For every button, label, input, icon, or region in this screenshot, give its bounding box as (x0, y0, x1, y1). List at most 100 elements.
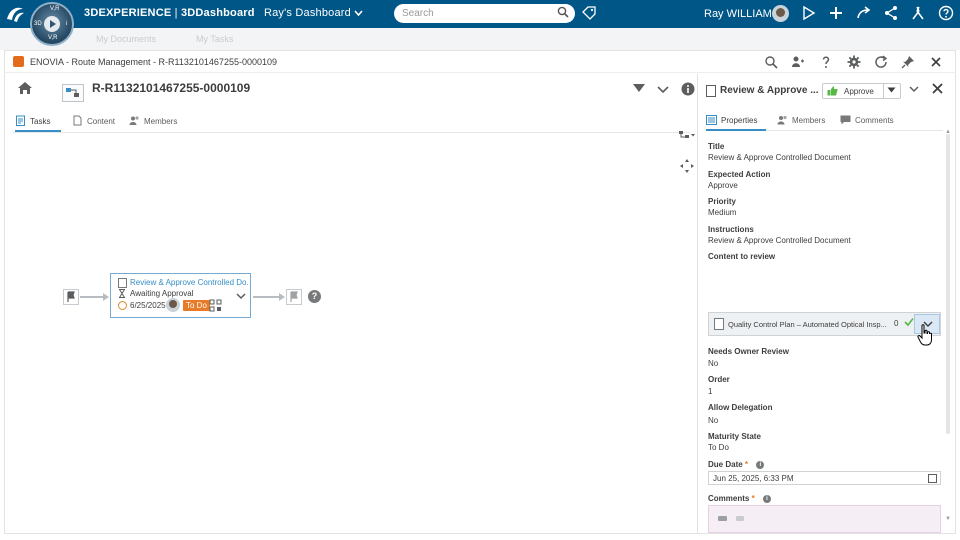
tab-properties-label: Properties (721, 116, 758, 125)
approve-dropdown-icon[interactable] (887, 87, 896, 95)
forward-icon[interactable] (856, 5, 872, 21)
info-icon[interactable]: i (756, 460, 765, 469)
content-to-review-item[interactable]: Quality Control Plan – Automated Optical… (708, 312, 941, 336)
document-icon (73, 115, 82, 126)
user-name[interactable]: Ray WILLIAM (704, 8, 772, 20)
content-item-name[interactable]: Quality Control Plan – Automated Optical… (728, 320, 888, 329)
maturity-state-value: To Do (708, 443, 729, 452)
flow-arrow (103, 293, 109, 301)
tab-members[interactable]: Members (129, 112, 187, 132)
members-icon (129, 116, 139, 125)
pin-icon[interactable] (901, 55, 915, 69)
filter-icon[interactable] (632, 82, 646, 96)
thumbs-up-icon (827, 86, 838, 96)
panel-tabs: Properties Members Comments (706, 111, 943, 131)
scrollbar[interactable] (946, 134, 950, 434)
properties-icon (706, 115, 717, 125)
tag-icon[interactable] (582, 6, 596, 20)
app-title: ENOVIA - Route Management - R-R113210146… (30, 57, 277, 67)
assignee-avatar[interactable] (166, 298, 180, 312)
dashboard-chevron-down-icon[interactable] (354, 7, 363, 19)
content-to-review-label: Content to review (708, 252, 776, 261)
compass-bottom-label: V,R (48, 35, 58, 41)
avatar[interactable] (772, 5, 789, 22)
approve-button[interactable]: Approve (822, 83, 901, 99)
search-input[interactable]: Search (394, 4, 575, 23)
expected-action-label: Expected Action (708, 170, 771, 179)
info-icon[interactable]: i (762, 494, 771, 503)
close-icon[interactable] (931, 82, 944, 99)
scroll-down-icon[interactable]: ▼ (945, 516, 951, 522)
maturity-state-label: Maturity State (708, 432, 761, 441)
flow-connector (80, 296, 104, 298)
tab-comments[interactable]: Comments (840, 111, 902, 131)
brand-separator: | (171, 7, 181, 19)
due-date-field[interactable]: Jun 25, 2025, 6:33 PM (708, 471, 941, 485)
tools-icon[interactable] (910, 5, 926, 21)
comment-icon[interactable] (736, 516, 744, 521)
title-value: Review & Approve Controlled Document (708, 153, 851, 162)
brand-prefix: 3DEXPERIENCE (84, 7, 172, 19)
help-icon[interactable]: ? (308, 290, 321, 303)
close-icon[interactable] (929, 55, 943, 69)
brand-title: 3DEXPERIENCE | 3DDashboard Ray's Dashboa… (84, 7, 363, 19)
info-icon[interactable] (681, 82, 695, 96)
dashboard-tab-my-documents[interactable]: My Documents (96, 34, 156, 44)
tab-properties[interactable]: Properties (706, 111, 766, 131)
flow-connector (253, 296, 281, 298)
help-icon[interactable] (938, 5, 954, 21)
move-icon[interactable] (679, 158, 695, 174)
compass-icon[interactable]: V,R 3D i V,R (30, 2, 74, 46)
task-card[interactable]: Review & Approve Controlled Do... Awaiti… (110, 273, 251, 318)
calendar-icon[interactable] (928, 474, 937, 483)
due-date-label-row: Due Date * i (708, 460, 765, 469)
route-management-app: ENOVIA - Route Management - R-R113210146… (4, 50, 956, 534)
route-icon (62, 84, 84, 102)
chevron-down-icon[interactable] (909, 85, 919, 96)
chevron-down-icon[interactable] (235, 290, 247, 302)
search-icon[interactable] (557, 6, 569, 18)
content-item-count: 0 (894, 319, 899, 328)
refresh-icon[interactable] (874, 55, 888, 69)
route-title: R-R1132101467255-0000109 (92, 81, 251, 95)
brand-app: 3DDashboard (180, 7, 255, 19)
tab-tasks[interactable]: Tasks (15, 112, 61, 132)
tab-content-label: Content (87, 117, 116, 126)
order-label: Order (708, 375, 730, 384)
tab-members[interactable]: Members (777, 111, 832, 131)
home-icon[interactable] (17, 80, 33, 96)
priority-label: Priority (708, 197, 737, 206)
gear-icon[interactable] (847, 55, 861, 69)
task-due-date: 6/25/2025 (130, 301, 166, 310)
3ds-logo-icon[interactable] (4, 4, 26, 24)
search-icon[interactable] (764, 55, 778, 69)
document-icon (714, 318, 724, 330)
button-separator (883, 84, 884, 98)
required-marker: * (744, 460, 749, 469)
plus-icon[interactable] (828, 5, 844, 21)
compass-right-label: i (66, 21, 68, 27)
tasks-icon (16, 115, 25, 126)
comments-input[interactable] (708, 505, 941, 533)
dashboard-name[interactable]: Ray's Dashboard (264, 7, 351, 19)
route-template-icon[interactable] (209, 299, 222, 312)
tab-comments-label: Comments (855, 116, 894, 125)
chevron-down-icon[interactable] (656, 82, 670, 96)
task-title[interactable]: Review & Approve Controlled Do... (130, 278, 248, 287)
tab-content[interactable]: Content (72, 112, 124, 132)
network-icon[interactable] (883, 5, 899, 21)
comment-icon (840, 115, 851, 125)
keyboard-icon[interactable] (718, 516, 727, 521)
document-icon (706, 85, 716, 97)
flow-arrow (279, 293, 285, 301)
share-icon[interactable] (801, 5, 817, 21)
help-icon[interactable] (819, 55, 833, 69)
dashboard-tab-my-tasks[interactable]: My Tasks (196, 34, 233, 44)
task-status: Awaiting Approval (130, 289, 194, 298)
layout-icon[interactable] (678, 130, 696, 142)
user-share-icon[interactable] (791, 55, 805, 69)
priority-value: Medium (708, 208, 737, 217)
cursor-hand-icon (917, 324, 932, 346)
tab-tasks-label: Tasks (30, 117, 51, 126)
compass-left-label: 3D (34, 21, 42, 27)
